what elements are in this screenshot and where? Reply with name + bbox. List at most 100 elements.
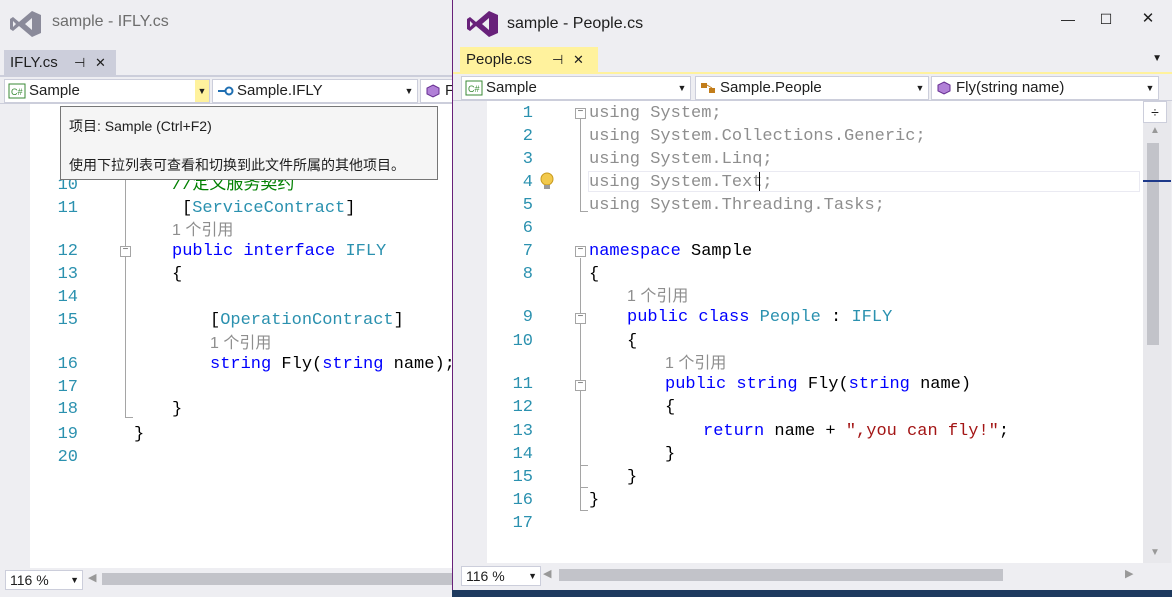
type-combo[interactable]: Sample.IFLY ▼ (212, 79, 418, 103)
code-line[interactable]: { (627, 330, 637, 353)
dropdown-arrow-icon: ▼ (915, 83, 925, 93)
close-icon[interactable]: ✕ (95, 50, 106, 76)
line-number: 18 (57, 400, 78, 419)
svg-text:C#: C# (11, 87, 23, 97)
line-number: 8 (522, 265, 533, 284)
code-lens-reference[interactable]: 1 个引用 (665, 354, 726, 374)
pin-icon[interactable]: ⊣ (74, 50, 85, 76)
line-number: 14 (512, 445, 533, 464)
scroll-up-icon[interactable]: ▲ (1150, 125, 1160, 136)
fold-toggle[interactable]: − (575, 380, 586, 391)
zoom-combo[interactable]: 116 % ▼ (5, 570, 83, 590)
code-line[interactable]: { (665, 396, 675, 419)
type-combo-value: Sample.People (720, 79, 822, 96)
code-line[interactable]: [OperationContract] (210, 309, 404, 332)
dropdown-arrow-icon: ▼ (70, 575, 79, 585)
line-number: 3 (522, 150, 533, 169)
code-line[interactable]: string Fly(string name); (210, 353, 452, 376)
code-line[interactable]: } (589, 489, 599, 512)
scrollbar-thumb[interactable] (1147, 143, 1159, 345)
left-window-title: sample - IFLY.cs (52, 13, 169, 30)
member-combo[interactable]: Fly(string name) ▼ (931, 76, 1159, 100)
line-number: 11 (57, 199, 78, 218)
code-lens-reference[interactable]: 1 个引用 (627, 287, 688, 307)
class-icon (701, 83, 715, 93)
code-line[interactable]: using System.Collections.Generic; (589, 125, 926, 148)
code-line[interactable]: public class People : IFLY (627, 306, 892, 329)
type-combo[interactable]: Sample.People ▼ (695, 76, 929, 100)
line-number: 12 (512, 398, 533, 417)
line-number: 7 (522, 242, 533, 261)
right-code-editor[interactable]: 1 using System; 2 using System.Collections.… (453, 101, 1143, 563)
svg-text:C#: C# (468, 84, 480, 94)
vertical-scrollbar[interactable]: ÷ ▲ ▼ (1143, 101, 1171, 563)
line-number: 6 (522, 219, 533, 238)
maximize-icon[interactable]: ☐ (1091, 8, 1121, 30)
scroll-down-icon[interactable]: ▼ (1150, 547, 1160, 558)
line-number: 5 (522, 196, 533, 215)
project-combo-value: Sample (486, 79, 537, 96)
dropdown-arrow-icon: ▼ (404, 86, 414, 96)
fold-toggle[interactable]: − (575, 108, 586, 119)
fold-toggle[interactable]: − (575, 246, 586, 257)
right-window: sample - People.cs — ☐ ✕ People.cs ⊣ ✕ ▼… (452, 0, 1172, 590)
split-icon[interactable]: ÷ (1143, 101, 1167, 123)
code-line[interactable]: using System; (589, 102, 722, 125)
project-tooltip: 项目: Sample (Ctrl+F2) 使用下拉列表可查看和切换到此文件所属的… (60, 106, 438, 180)
line-number: 16 (512, 491, 533, 510)
scroll-right-icon[interactable]: ▶ (1125, 567, 1133, 580)
scroll-left-icon[interactable]: ◀ (88, 571, 96, 584)
code-lens-reference[interactable]: 1 个引用 (172, 221, 233, 241)
code-line[interactable]: } (665, 443, 675, 466)
member-combo[interactable]: F (420, 79, 452, 103)
member-combo-value: F (445, 80, 452, 102)
text-caret (759, 172, 760, 191)
right-tabrow: People.cs ⊣ ✕ ▼ (453, 47, 1172, 73)
tab-label: People.cs (466, 51, 532, 68)
horizontal-scrollbar[interactable] (559, 569, 1003, 581)
code-line[interactable]: { (172, 263, 182, 286)
line-number: 13 (512, 422, 533, 441)
code-lens-reference[interactable]: 1 个引用 (210, 334, 271, 354)
lightbulb-icon[interactable] (539, 172, 555, 192)
dropdown-arrow-icon: ▼ (528, 571, 537, 581)
code-line[interactable]: } (627, 466, 637, 489)
right-navbar: C# Sample ▼ Sample.People ▼ Fly(string n… (453, 74, 1172, 101)
tab-overflow-icon[interactable]: ▼ (1152, 53, 1162, 64)
line-number: 12 (57, 242, 78, 261)
scroll-left-icon[interactable]: ◀ (543, 567, 551, 580)
project-combo[interactable]: C# Sample ▼ (461, 76, 691, 100)
tooltip-desc: 使用下拉列表可查看和切换到此文件所属的其他项目。 (69, 157, 405, 173)
minimize-icon[interactable]: — (1053, 8, 1083, 30)
line-number: 4 (522, 173, 533, 192)
code-line[interactable]: namespace Sample (589, 240, 752, 263)
dropdown-arrow-icon: ▼ (1145, 83, 1155, 93)
left-titlebar[interactable]: sample - IFLY.cs (0, 0, 452, 46)
code-line[interactable]: public string Fly(string name) (665, 373, 971, 396)
code-line[interactable]: using System.Linq; (589, 148, 773, 171)
line-number: 19 (57, 425, 78, 444)
tab-people[interactable]: People.cs ⊣ ✕ (460, 47, 598, 73)
code-line[interactable]: } (172, 398, 182, 421)
right-titlebar[interactable]: sample - People.cs — ☐ ✕ (453, 0, 1172, 46)
project-combo[interactable]: C# Sample ▼ (4, 79, 210, 103)
line-number: 14 (57, 288, 78, 307)
line-number: 20 (57, 448, 78, 467)
fold-toggle[interactable]: − (120, 246, 131, 257)
pin-icon[interactable]: ⊣ (552, 47, 563, 73)
close-icon[interactable]: ✕ (573, 47, 584, 73)
code-line[interactable]: return name + ",you can fly!"; (703, 420, 1009, 443)
fold-toggle[interactable]: − (575, 313, 586, 324)
close-icon[interactable]: ✕ (1133, 8, 1163, 30)
code-line[interactable]: } (134, 423, 144, 446)
interface-icon (218, 86, 234, 96)
code-line[interactable]: [ServiceContract] (182, 197, 355, 220)
project-combo-value: Sample (29, 82, 80, 99)
code-line[interactable]: public interface IFLY (172, 240, 386, 263)
code-line[interactable]: using System.Threading.Tasks; (589, 194, 885, 217)
tab-ifly[interactable]: IFLY.cs ⊣ ✕ (4, 50, 116, 76)
method-icon (937, 81, 951, 95)
zoom-combo[interactable]: 116 % ▼ (461, 566, 541, 586)
horizontal-scrollbar[interactable] (102, 573, 452, 585)
code-line[interactable]: { (589, 263, 599, 286)
